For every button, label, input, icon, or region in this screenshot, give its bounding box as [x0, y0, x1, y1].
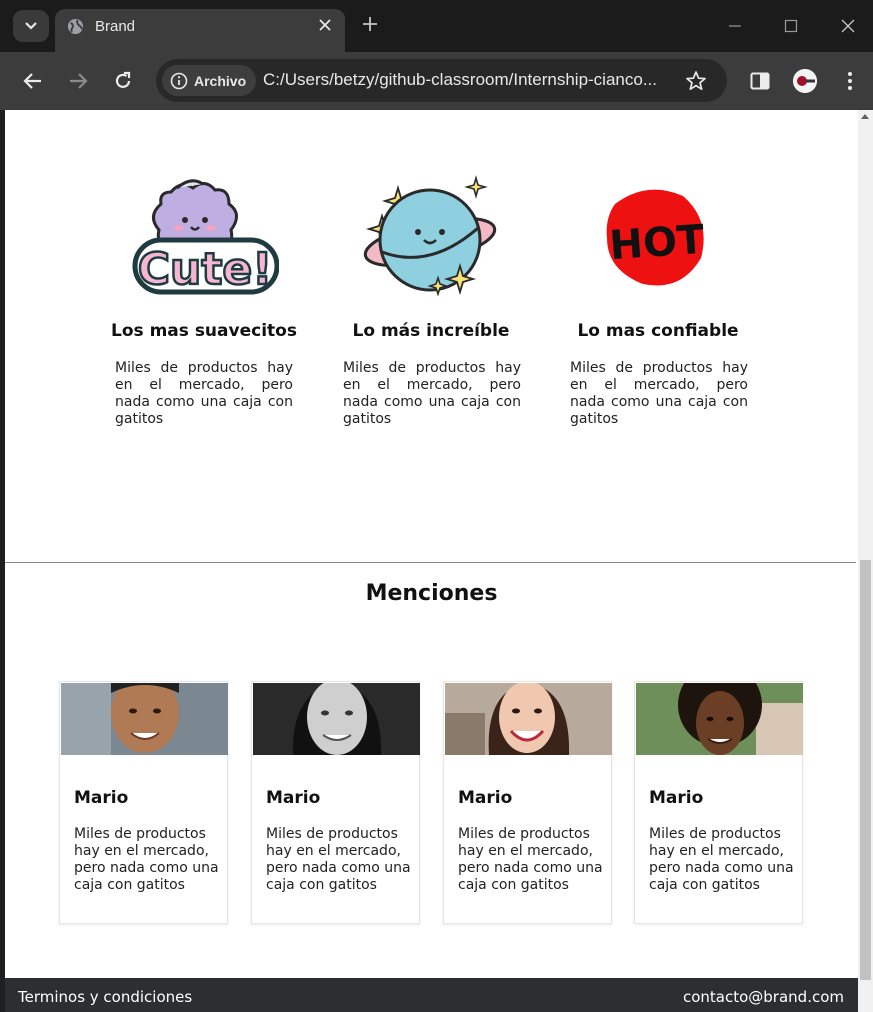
close-icon — [841, 19, 855, 33]
scrollbar-thumb[interactable] — [860, 560, 871, 980]
contact-email-link[interactable]: contacto@brand.com — [683, 988, 844, 1006]
card-text: Miles de productos hay en el mercado, pe… — [74, 826, 219, 893]
svg-text:HOT: HOT — [608, 217, 706, 270]
planet-sticker-icon — [363, 175, 497, 297]
star-icon — [686, 71, 706, 91]
tab-title: Brand — [95, 18, 136, 35]
side-panel-icon — [750, 72, 770, 90]
minimize-icon — [729, 25, 741, 27]
card-name: Mario — [74, 788, 129, 808]
person-photo — [61, 683, 228, 755]
card-text: Miles de productos hay en el mercado, pe… — [266, 826, 411, 893]
more-vertical-icon — [848, 72, 852, 90]
browser-toolbar: Archivo C:/Users/betzy/github-classroom/… — [0, 52, 873, 110]
bookmark-button[interactable] — [684, 69, 708, 93]
mention-card[interactable]: Mario Miles de productos hay en el merca… — [251, 681, 420, 924]
minimize-window-button[interactable] — [723, 14, 747, 38]
browser-menu-button[interactable] — [836, 67, 864, 95]
active-tab[interactable]: Brand — [55, 9, 345, 52]
maximize-icon — [784, 19, 798, 33]
card-name: Mario — [649, 788, 704, 808]
profile-avatar[interactable] — [793, 69, 817, 93]
info-icon — [170, 72, 188, 89]
browser-tabstrip: Brand — [0, 0, 873, 52]
page-scrollbar[interactable] — [858, 110, 873, 1012]
url-text[interactable]: C:/Users/betzy/github-classroom/Internsh… — [263, 70, 677, 90]
card-name: Mario — [266, 788, 321, 808]
page-viewport: Cute! Los mas suavecitos Miles de produc… — [5, 110, 858, 1012]
person-photo — [253, 683, 420, 755]
person-photo — [636, 683, 803, 755]
side-panel-button[interactable] — [746, 67, 774, 95]
new-tab-button[interactable] — [358, 12, 382, 36]
card-text: Miles de productos hay en el mercado, pe… — [458, 826, 603, 893]
feature-text: Miles de productos hay en el mercado, pe… — [115, 360, 293, 427]
person-photo — [445, 683, 612, 755]
feature-title: Lo mas confiable — [577, 321, 739, 341]
feature-text: Miles de productos hay en el mercado, pe… — [570, 360, 748, 427]
feature-title: Lo más increíble — [352, 321, 510, 341]
close-window-button[interactable] — [836, 14, 860, 38]
card-text: Miles de productos hay en el mercado, pe… — [649, 826, 794, 893]
arrow-right-icon — [70, 73, 88, 89]
mentions-title: Menciones — [365, 581, 498, 606]
svg-text:Cute!: Cute! — [138, 244, 273, 295]
card-name: Mario — [458, 788, 513, 808]
address-bar[interactable]: Archivo C:/Users/betzy/github-classroom/… — [156, 59, 727, 102]
chevron-down-icon — [25, 22, 37, 30]
tab-search-button[interactable] — [13, 10, 49, 42]
cute-sticker-icon: Cute! — [132, 179, 279, 296]
mention-card[interactable]: Mario Miles de productos hay en el merca… — [634, 681, 803, 924]
forward-button[interactable] — [64, 67, 92, 95]
globe-icon — [67, 18, 84, 35]
mention-card[interactable]: Mario Miles de productos hay en el merca… — [443, 681, 612, 924]
maximize-window-button[interactable] — [779, 14, 803, 38]
scroll-up-arrow-icon[interactable] — [861, 114, 869, 119]
feature-text: Miles de productos hay en el mercado, pe… — [343, 360, 521, 427]
hot-sticker-icon: HOT — [606, 189, 707, 286]
reload-button[interactable] — [109, 67, 137, 95]
plus-icon — [363, 17, 377, 31]
feature-title: Los mas suavecitos — [111, 321, 297, 341]
section-divider — [5, 562, 856, 563]
back-button[interactable] — [19, 67, 47, 95]
arrow-left-icon — [23, 73, 41, 89]
profile-icon — [793, 69, 817, 93]
terms-link[interactable]: Terminos y condiciones — [18, 988, 192, 1006]
reload-icon — [115, 71, 131, 88]
tab-close-icon[interactable] — [315, 15, 335, 35]
site-chip-label: Archivo — [194, 72, 247, 89]
page-footer: Terminos y condiciones contacto@brand.co… — [5, 978, 858, 1012]
site-info-chip[interactable]: Archivo — [162, 65, 257, 96]
mention-card[interactable]: Mario Miles de productos hay en el merca… — [59, 681, 228, 924]
